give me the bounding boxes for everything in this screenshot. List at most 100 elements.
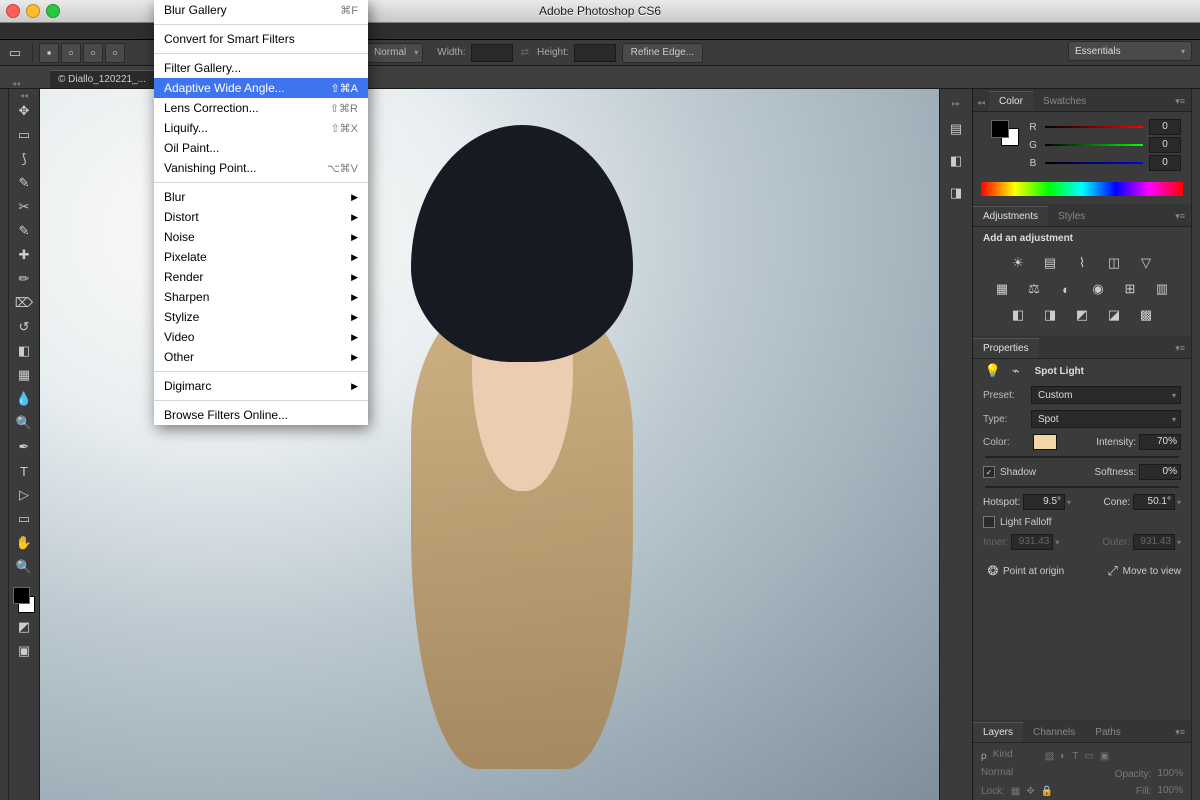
type-select[interactable]: Spot — [1031, 410, 1181, 428]
foreground-background-swatch[interactable] — [11, 585, 37, 615]
gradient-map-icon[interactable]: ◪ — [1104, 306, 1124, 324]
photo-filter-icon[interactable]: ◉ — [1088, 280, 1108, 298]
panel-menu-icon[interactable]: ▾≡ — [1169, 207, 1191, 226]
balance-icon[interactable]: ⚖ — [1024, 280, 1044, 298]
lock-all-icon[interactable]: 🔒 — [1041, 786, 1053, 797]
intensity-slider[interactable] — [985, 456, 1179, 458]
tab-color[interactable]: Color — [989, 91, 1033, 111]
workspace-select[interactable]: Essentials — [1068, 41, 1192, 61]
dodge-tool[interactable]: 🔍 — [11, 411, 37, 435]
levels-icon[interactable]: ▤ — [1040, 254, 1060, 272]
filter-type-icon[interactable]: T — [1072, 751, 1078, 762]
panel-menu-icon[interactable]: ▾≡ — [1169, 92, 1191, 111]
menu-item[interactable]: Vanishing Point...⌥⌘V — [154, 158, 368, 178]
eyedropper-tool[interactable]: ✎ — [11, 219, 37, 243]
menu-item[interactable]: Noise▶ — [154, 227, 368, 247]
cone-value[interactable]: 50.1° — [1133, 494, 1175, 510]
filter-kind-select[interactable]: Kind — [993, 749, 1039, 763]
healing-brush-tool[interactable]: ✚ — [11, 243, 37, 267]
blend-mode-select[interactable]: Normal — [981, 767, 1051, 781]
bw-icon[interactable]: ◐ — [1056, 280, 1076, 298]
panel-menu-icon[interactable]: ▾≡ — [1169, 723, 1191, 742]
b-value[interactable]: 0 — [1149, 155, 1181, 171]
hand-tool[interactable]: ✋ — [11, 531, 37, 555]
menu-item[interactable]: Digimarc▶ — [154, 376, 368, 396]
invert-icon[interactable]: ◧ — [1008, 306, 1028, 324]
posterize-icon[interactable]: ◨ — [1040, 306, 1060, 324]
hue-icon[interactable]: ▦ — [992, 280, 1012, 298]
tab-styles[interactable]: Styles — [1048, 207, 1095, 226]
marquee-tool[interactable]: ▭ — [11, 123, 37, 147]
tab-properties[interactable]: Properties — [973, 338, 1039, 358]
softness-value[interactable]: 0% — [1139, 464, 1181, 480]
swap-wh-icon[interactable]: ⇄ — [521, 47, 529, 58]
tab-paths[interactable]: Paths — [1085, 723, 1131, 742]
preset-select[interactable]: Custom — [1031, 386, 1181, 404]
shape-tool[interactable]: ▭ — [11, 507, 37, 531]
menu-item[interactable]: Distort▶ — [154, 207, 368, 227]
tab-swatches[interactable]: Swatches — [1033, 92, 1096, 111]
menu-item[interactable]: Browse Filters Online... — [154, 405, 368, 425]
style-select[interactable]: Normal — [367, 43, 423, 63]
blur-tool[interactable]: 💧 — [11, 387, 37, 411]
quick-mask-tool[interactable]: ◩ — [11, 615, 37, 639]
history-brush-tool[interactable]: ↺ — [11, 315, 37, 339]
vibrance-icon[interactable]: ▽ — [1136, 254, 1156, 272]
g-slider[interactable] — [1045, 140, 1143, 150]
menu-item[interactable]: Convert for Smart Filters — [154, 29, 368, 49]
point-origin-button[interactable]: Point at origin — [1003, 566, 1064, 577]
exposure-icon[interactable]: ◫ — [1104, 254, 1124, 272]
pen-tool[interactable]: ✒ — [11, 435, 37, 459]
menu-item[interactable]: Filter Gallery... — [154, 58, 368, 78]
panel-menu-icon[interactable]: ▾≡ — [1169, 339, 1191, 358]
selection-add-icon[interactable]: ▫ — [61, 43, 81, 63]
tab-layers[interactable]: Layers — [973, 722, 1023, 742]
collapse-arrow-icon[interactable]: ◂◂ — [12, 79, 20, 88]
menu-item[interactable]: Liquify...⇧⌘X — [154, 118, 368, 138]
gradient-tool[interactable]: ▦ — [11, 363, 37, 387]
path-select-tool[interactable]: ▷ — [11, 483, 37, 507]
move-view-icon[interactable]: ⤢ — [1103, 562, 1123, 580]
selection-intersect-icon[interactable]: ▫ — [105, 43, 125, 63]
selective-color-icon[interactable]: ▩ — [1136, 306, 1156, 324]
color-spectrum[interactable] — [981, 182, 1183, 196]
zoom-tool[interactable]: 🔍 — [11, 555, 37, 579]
paragraph-panel-icon[interactable]: ◨ — [944, 182, 968, 204]
clone-stamp-tool[interactable]: ⌦ — [11, 291, 37, 315]
filter-adjust-icon[interactable]: ◐ — [1060, 751, 1066, 762]
screen-mode-tool[interactable]: ▣ — [11, 639, 37, 663]
quick-select-tool[interactable]: ✎ — [11, 171, 37, 195]
selection-subtract-icon[interactable]: ▫ — [83, 43, 103, 63]
channel-mixer-icon[interactable]: ⊞ — [1120, 280, 1140, 298]
expand-arrow-icon[interactable]: ▸▸ — [952, 99, 960, 108]
tab-channels[interactable]: Channels — [1023, 723, 1085, 742]
falloff-checkbox[interactable] — [983, 516, 995, 528]
menu-item[interactable]: Sharpen▶ — [154, 287, 368, 307]
menu-item[interactable]: Other▶ — [154, 347, 368, 367]
lock-pixels-icon[interactable]: ▦ — [1011, 786, 1020, 797]
height-input[interactable] — [574, 44, 616, 62]
b-slider[interactable] — [1045, 158, 1143, 168]
filter-pixel-icon[interactable]: ▧ — [1045, 751, 1054, 762]
eraser-tool[interactable]: ◧ — [11, 339, 37, 363]
menu-item[interactable]: Blur Gallery⌘F — [154, 0, 368, 20]
menu-item[interactable]: Stylize▶ — [154, 307, 368, 327]
history-panel-icon[interactable]: ▤ — [944, 118, 968, 140]
lasso-tool[interactable]: ⟆ — [11, 147, 37, 171]
g-value[interactable]: 0 — [1149, 137, 1181, 153]
hotspot-value[interactable]: 9.5° — [1023, 494, 1065, 510]
collapse-panels-icon[interactable]: ◂◂ — [973, 94, 989, 111]
softness-slider[interactable] — [985, 486, 1179, 488]
point-origin-icon[interactable]: ❂ — [983, 562, 1003, 580]
color-fgbg-swatch[interactable] — [991, 120, 1019, 146]
character-panel-icon[interactable]: ◧ — [944, 150, 968, 172]
crop-tool[interactable]: ✂ — [11, 195, 37, 219]
shadow-checkbox[interactable]: ✓ — [983, 466, 995, 478]
r-slider[interactable] — [1045, 122, 1143, 132]
fill-value[interactable]: 100% — [1157, 785, 1183, 797]
menu-item[interactable]: Render▶ — [154, 267, 368, 287]
move-tool[interactable]: ✥ — [11, 99, 37, 123]
r-value[interactable]: 0 — [1149, 119, 1181, 135]
menu-item[interactable]: Blur▶ — [154, 187, 368, 207]
selection-new-icon[interactable]: ▪ — [39, 43, 59, 63]
